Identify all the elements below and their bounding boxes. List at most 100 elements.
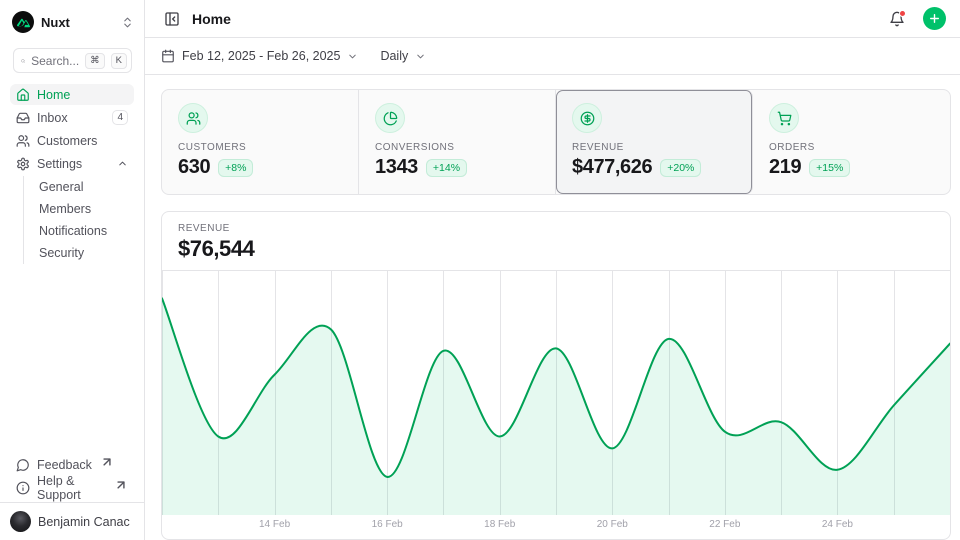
- stat-card-customers[interactable]: CUSTOMERS 630 +8%: [162, 90, 359, 194]
- dollar-circle-icon: [580, 111, 595, 126]
- sidebar-item-members[interactable]: Members: [39, 198, 144, 220]
- sidebar-item-home[interactable]: Home: [10, 84, 134, 105]
- stat-value: $477,626: [572, 156, 652, 179]
- stat-value: 630: [178, 156, 210, 179]
- kbd-k: K: [111, 53, 127, 69]
- delta-badge: +14%: [426, 159, 467, 177]
- sidebar-nav: Home Inbox 4 Customers Settings: [10, 84, 134, 174]
- info-circle-icon: [16, 481, 30, 495]
- workspace-switcher[interactable]: Nuxt: [12, 8, 134, 36]
- external-link-icon: [100, 455, 114, 469]
- stat-label: CONVERSIONS: [375, 142, 539, 153]
- feedback-label: Feedback: [37, 458, 92, 472]
- search-icon: [21, 55, 25, 67]
- page-title: Home: [192, 11, 877, 27]
- granularity-select[interactable]: Daily: [380, 49, 426, 63]
- inbox-count-badge: 4: [112, 110, 128, 125]
- stat-icon-circle: [178, 103, 208, 133]
- help-support-link[interactable]: Help & Support: [10, 477, 134, 498]
- granularity-value: Daily: [380, 49, 408, 63]
- filter-toolbar: Feb 12, 2025 - Feb 26, 2025 Daily: [145, 38, 960, 75]
- x-axis-tick-label: 20 Feb: [597, 519, 628, 530]
- stats-panel: CUSTOMERS 630 +8% CONVERSIONS 1343 +14%: [161, 89, 951, 195]
- chart-header: REVENUE $76,544: [162, 212, 950, 270]
- date-range-picker[interactable]: Feb 12, 2025 - Feb 26, 2025: [161, 49, 358, 63]
- chevron-down-icon: [347, 51, 358, 62]
- sidebar-footer: Feedback Help & Support: [10, 454, 134, 498]
- x-axis: 14 Feb 16 Feb 18 Feb 20 Feb 22 Feb 24 Feb: [162, 515, 950, 539]
- chart-metric-value: $76,544: [178, 236, 934, 262]
- stat-label: REVENUE: [572, 142, 736, 153]
- delta-badge: +8%: [218, 159, 253, 177]
- app-root: Nuxt Search... ⌘ K Home Inbox 4 Customer…: [0, 0, 960, 540]
- revenue-chart-card: REVENUE $76,544 14 Feb 16 Feb 18 Feb 20 Feb…: [161, 211, 951, 540]
- delta-badge: +15%: [809, 159, 850, 177]
- sidebar-item-security[interactable]: Security: [39, 242, 144, 264]
- x-axis-tick-label: 16 Feb: [372, 519, 403, 530]
- calendar-icon: [161, 49, 175, 63]
- sidebar-item-customers[interactable]: Customers: [10, 130, 134, 151]
- avatar: [10, 511, 31, 532]
- chevrons-up-down-icon: [121, 16, 134, 29]
- home-icon: [16, 88, 30, 102]
- search-placeholder: Search...: [31, 54, 79, 68]
- stat-label: ORDERS: [769, 142, 934, 153]
- stat-card-orders[interactable]: ORDERS 219 +15%: [753, 90, 950, 194]
- stat-icon-circle: [572, 103, 602, 133]
- x-axis-tick-label: 24 Feb: [822, 519, 853, 530]
- stat-label: CUSTOMERS: [178, 142, 342, 153]
- notification-dot: [899, 10, 906, 17]
- sidebar-item-label: Inbox: [37, 111, 105, 125]
- pie-chart-icon: [383, 111, 398, 126]
- nuxt-logo-icon: [12, 11, 34, 33]
- user-menu[interactable]: Benjamin Canac: [0, 502, 144, 540]
- kbd-meta: ⌘: [85, 53, 105, 69]
- panel-left-close-icon: [164, 11, 180, 27]
- sidebar-item-settings[interactable]: Settings: [10, 153, 134, 174]
- notifications-button[interactable]: [886, 8, 908, 30]
- revenue-area-chart[interactable]: [162, 270, 950, 515]
- help-support-label: Help & Support: [37, 474, 106, 502]
- page-header: Home: [145, 0, 960, 38]
- sidebar-item-inbox[interactable]: Inbox 4: [10, 107, 134, 128]
- stat-icon-circle: [769, 103, 799, 133]
- shopping-cart-icon: [777, 111, 792, 126]
- sidebar-item-label: Customers: [37, 134, 128, 148]
- user-name: Benjamin Canac: [38, 515, 130, 529]
- chat-bubble-icon: [16, 458, 30, 472]
- inbox-icon: [16, 111, 30, 125]
- chart-area: [162, 270, 950, 515]
- sidebar-spacer: [0, 264, 144, 454]
- sidebar-item-label: Home: [37, 88, 128, 102]
- settings-submenu: General Members Notifications Security: [23, 176, 144, 264]
- users-icon: [186, 111, 201, 126]
- x-axis-tick-label: 22 Feb: [709, 519, 740, 530]
- stat-card-conversions[interactable]: CONVERSIONS 1343 +14%: [359, 90, 556, 194]
- stat-card-revenue[interactable]: REVENUE $477,626 +20%: [556, 90, 753, 194]
- stat-value: 1343: [375, 156, 418, 179]
- external-link-icon: [114, 478, 128, 492]
- chevron-down-icon: [415, 51, 426, 62]
- delta-badge: +20%: [660, 159, 701, 177]
- search-input[interactable]: Search... ⌘ K: [13, 48, 132, 73]
- sidebar-item-general[interactable]: General: [39, 176, 144, 198]
- main-area: Home Feb 12, 2025 - Feb 26, 2025 Daily: [145, 0, 960, 540]
- sidebar-item-notifications[interactable]: Notifications: [39, 220, 144, 242]
- stat-icon-circle: [375, 103, 405, 133]
- date-range-value: Feb 12, 2025 - Feb 26, 2025: [182, 49, 340, 63]
- content-area: CUSTOMERS 630 +8% CONVERSIONS 1343 +14%: [145, 75, 960, 540]
- add-button[interactable]: [923, 7, 946, 30]
- stat-value: 219: [769, 156, 801, 179]
- workspace-name: Nuxt: [41, 15, 114, 30]
- feedback-link[interactable]: Feedback: [10, 454, 134, 475]
- collapse-sidebar-button[interactable]: [161, 8, 183, 30]
- sidebar: Nuxt Search... ⌘ K Home Inbox 4 Customer…: [0, 0, 145, 540]
- x-axis-tick-label: 18 Feb: [484, 519, 515, 530]
- chevron-up-icon: [117, 158, 128, 169]
- users-icon: [16, 134, 30, 148]
- plus-icon: [928, 12, 941, 25]
- sidebar-item-label: Settings: [37, 157, 110, 171]
- x-axis-tick-label: 14 Feb: [259, 519, 290, 530]
- gear-icon: [16, 157, 30, 171]
- chart-metric-label: REVENUE: [178, 223, 934, 234]
